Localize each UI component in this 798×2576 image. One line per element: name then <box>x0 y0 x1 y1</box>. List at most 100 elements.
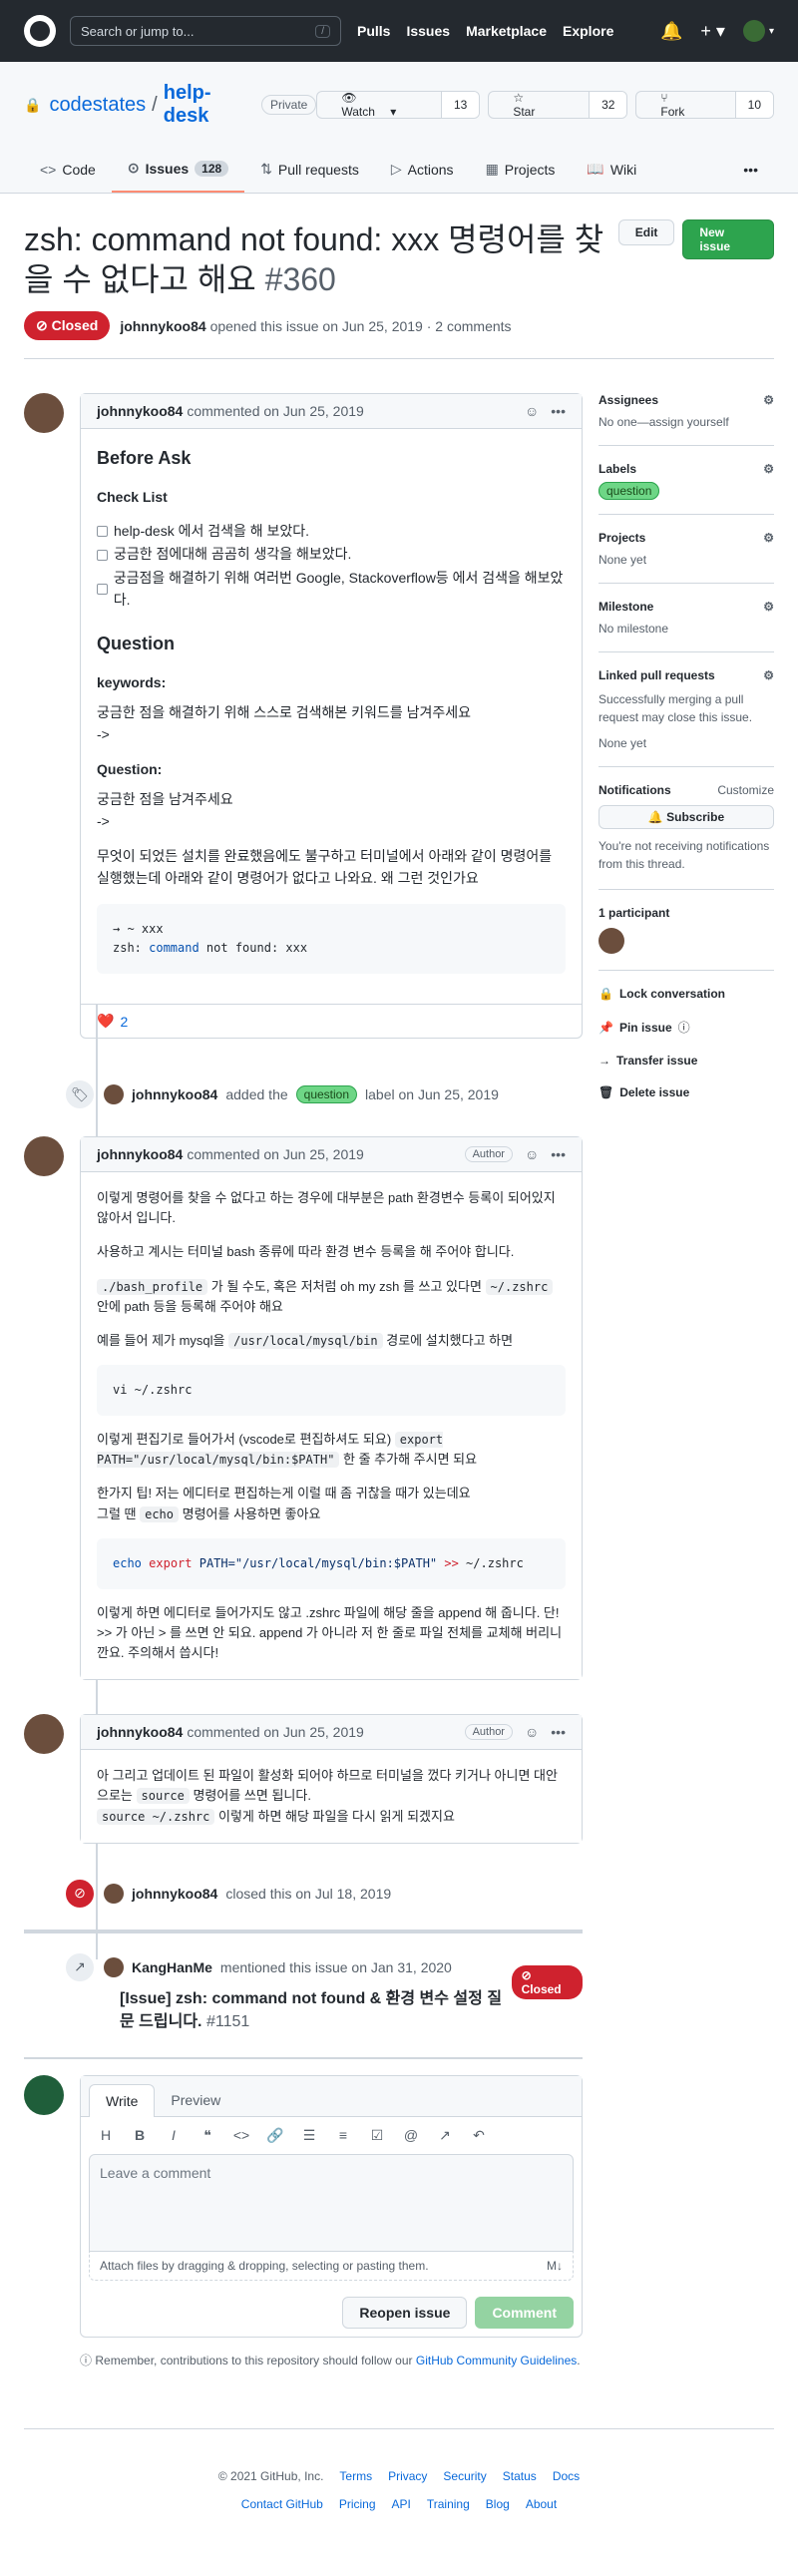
tab-wiki[interactable]: 📖 Wiki <box>571 150 652 193</box>
nav-marketplace[interactable]: Marketplace <box>466 23 547 39</box>
smiley-icon[interactable]: ☺ <box>525 1724 539 1740</box>
sidebar-heading[interactable]: Projects ⚙ <box>598 531 774 545</box>
checkbox[interactable] <box>97 584 108 596</box>
tab-projects[interactable]: ▦ Projects <box>470 150 572 193</box>
footer-link[interactable]: Blog <box>486 2497 510 2511</box>
issue-author[interactable]: johnnykoo84 <box>120 318 205 334</box>
gear-icon[interactable]: ⚙ <box>763 600 774 614</box>
community-guidelines-link[interactable]: GitHub Community Guidelines <box>416 2354 577 2367</box>
event-author[interactable]: KangHanMe <box>132 1959 212 1975</box>
avatar[interactable] <box>104 1956 124 1977</box>
footer-link[interactable]: API <box>392 2497 411 2511</box>
gear-icon[interactable]: ⚙ <box>763 462 774 476</box>
sidebar-heading[interactable]: Labels ⚙ <box>598 462 774 476</box>
label-question[interactable]: question <box>295 1085 358 1104</box>
heading-icon[interactable]: H <box>97 2127 115 2144</box>
search-input[interactable]: Search or jump to... / <box>70 16 341 46</box>
tab-issues[interactable]: ⊙ Issues 128 <box>111 150 245 193</box>
italic-icon[interactable]: I <box>165 2127 183 2144</box>
nav-issues[interactable]: Issues <box>406 23 450 39</box>
event-author[interactable]: johnnykoo84 <box>132 1086 217 1102</box>
kebab-menu-icon[interactable]: ••• <box>551 403 566 419</box>
quote-icon[interactable]: ❝ <box>199 2127 216 2144</box>
footer-link[interactable]: Privacy <box>388 2469 427 2483</box>
fork-count[interactable]: 10 <box>734 92 774 118</box>
sidebar-heading[interactable]: Milestone ⚙ <box>598 600 774 614</box>
link-icon[interactable]: 🔗 <box>266 2127 284 2144</box>
smiley-icon[interactable]: ☺ <box>525 1146 539 1162</box>
new-issue-button[interactable]: New issue <box>682 219 774 259</box>
cross-reference-icon[interactable]: ↗ <box>436 2127 454 2144</box>
reply-icon[interactable]: ↶ <box>470 2127 488 2144</box>
sidebar-heading[interactable]: Assignees ⚙ <box>598 393 774 407</box>
repo-owner-link[interactable]: codestates <box>49 94 146 117</box>
footer-link[interactable]: Terms <box>339 2469 372 2483</box>
avatar[interactable] <box>104 1883 124 1904</box>
star-count[interactable]: 32 <box>589 92 627 118</box>
comment-author[interactable]: johnnykoo84 <box>97 1724 183 1740</box>
footer-link[interactable]: Docs <box>553 2469 580 2483</box>
fork-button[interactable]: ⑂ Fork 10 <box>635 91 775 119</box>
pin-issue-button[interactable]: 📌 Pin issue ⓘ <box>598 1019 774 1036</box>
ordered-list-icon[interactable]: ≡ <box>334 2127 352 2144</box>
footer-link[interactable]: Contact GitHub <box>241 2497 323 2511</box>
customize-link[interactable]: Customize <box>717 783 774 797</box>
gear-icon[interactable]: ⚙ <box>763 668 774 682</box>
subscribe-button[interactable]: 🔔 Subscribe <box>598 805 774 829</box>
smiley-icon[interactable]: ☺ <box>525 403 539 419</box>
reaction-count[interactable]: 2 <box>120 1014 128 1030</box>
plus-dropdown-icon[interactable]: + ▾ <box>700 21 725 42</box>
avatar[interactable] <box>104 1084 124 1105</box>
github-logo-icon[interactable] <box>24 15 56 47</box>
nav-pulls[interactable]: Pulls <box>357 23 390 39</box>
gear-icon[interactable]: ⚙ <box>763 393 774 407</box>
watch-button[interactable]: 👁 Watch ▾ 13 <box>316 91 481 119</box>
footer-link[interactable]: Security <box>443 2469 486 2483</box>
nav-explore[interactable]: Explore <box>563 23 613 39</box>
footer-link[interactable]: Pricing <box>339 2497 376 2511</box>
kebab-menu-icon[interactable]: ••• <box>551 1146 566 1162</box>
heart-icon[interactable]: ❤️ <box>97 1013 114 1030</box>
bell-icon[interactable]: 🔔 <box>660 21 682 42</box>
comment-textarea[interactable]: Leave a comment <box>89 2154 574 2253</box>
footer-link[interactable]: About <box>526 2497 557 2511</box>
user-menu[interactable]: ▾ <box>742 20 774 42</box>
code-icon[interactable]: <> <box>232 2127 250 2144</box>
delete-issue-button[interactable]: 🗑 Delete issue <box>598 1085 774 1099</box>
bold-icon[interactable]: B <box>131 2127 149 2144</box>
referenced-issue-link[interactable]: [Issue] zsh: command not found & 환경 변수 설… <box>120 1987 504 2033</box>
tasklist-icon[interactable]: ☑ <box>368 2127 386 2144</box>
attach-files-area[interactable]: Attach files by dragging & dropping, sel… <box>89 2252 574 2282</box>
tab-code[interactable]: <> Code <box>24 150 112 193</box>
assignees-value[interactable]: No one—assign yourself <box>598 415 774 429</box>
tab-preview[interactable]: Preview <box>155 2084 236 2116</box>
more-menu-icon[interactable]: ••• <box>727 150 774 193</box>
event-author[interactable]: johnnykoo84 <box>132 1886 217 1902</box>
comment-button[interactable]: Comment <box>475 2297 574 2330</box>
comment-author[interactable]: johnnykoo84 <box>97 403 183 419</box>
transfer-issue-button[interactable]: → Transfer issue <box>598 1054 774 1068</box>
lock-conversation-button[interactable]: 🔒 Lock conversation <box>598 987 774 1001</box>
reopen-issue-button[interactable]: Reopen issue <box>342 2297 468 2330</box>
avatar[interactable] <box>24 1714 64 1755</box>
watch-count[interactable]: 13 <box>440 92 480 118</box>
kebab-menu-icon[interactable]: ••• <box>551 1724 566 1740</box>
tab-actions[interactable]: ▷ Actions <box>375 150 470 193</box>
edit-button[interactable]: Edit <box>617 219 675 245</box>
tab-write[interactable]: Write <box>89 2084 156 2118</box>
unordered-list-icon[interactable]: ☰ <box>300 2127 318 2144</box>
repo-name-link[interactable]: help-desk <box>164 82 251 128</box>
avatar[interactable] <box>598 928 624 954</box>
star-button[interactable]: ☆ Star 32 <box>488 91 628 119</box>
avatar[interactable] <box>24 393 64 433</box>
gear-icon[interactable]: ⚙ <box>763 531 774 545</box>
comment-author[interactable]: johnnykoo84 <box>97 1146 183 1162</box>
checkbox[interactable] <box>97 525 108 537</box>
mention-icon[interactable]: @ <box>402 2127 420 2144</box>
avatar[interactable] <box>24 1136 64 1177</box>
footer-link[interactable]: Status <box>503 2469 537 2483</box>
sidebar-heading[interactable]: Linked pull requests ⚙ <box>598 668 774 682</box>
footer-link[interactable]: Training <box>427 2497 470 2511</box>
checkbox[interactable] <box>97 549 108 561</box>
label-question[interactable]: question <box>598 482 660 500</box>
